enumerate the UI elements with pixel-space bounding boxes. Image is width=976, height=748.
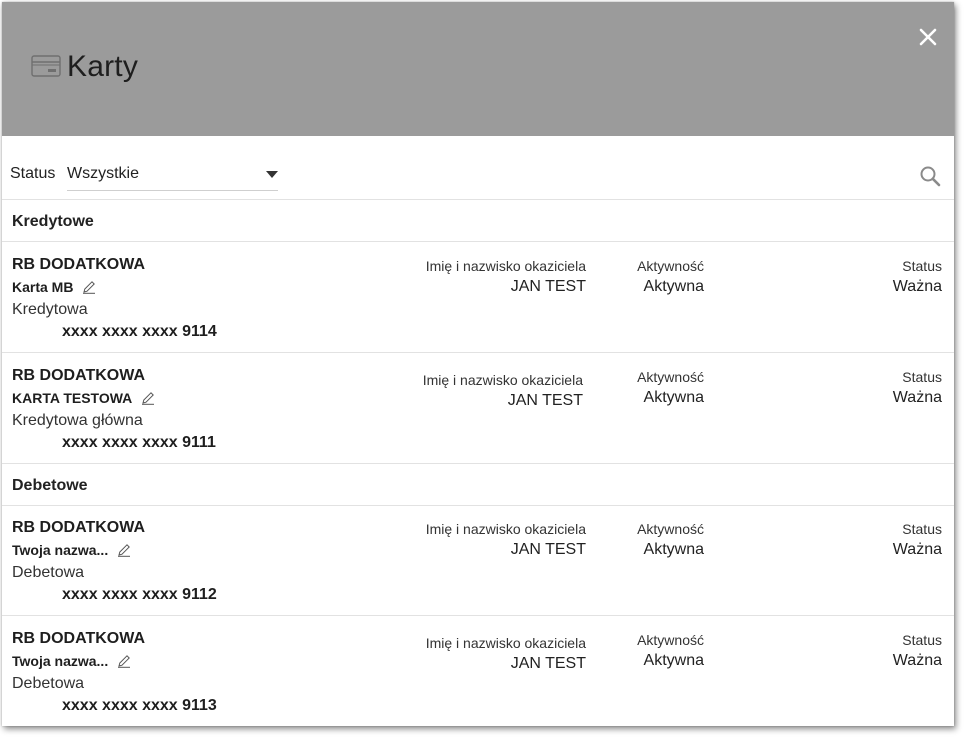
card-product: RB DODATKOWA [12,256,146,273]
status-label: Status [902,521,942,537]
status-value: Ważna [892,541,942,558]
search-icon[interactable] [919,165,941,187]
dialog-title: Karty [67,50,139,83]
status-label: Status [902,369,942,385]
section-title: Kredytowe [12,213,94,230]
status-label: Status [902,632,942,648]
caret-down-icon [266,171,278,178]
card-name: KARTA TESTOWA [12,389,133,406]
cards-dialog: Karty Status Wszystkie Kredytowe RB DODA… [2,2,954,726]
card-type: Debetowa [12,564,85,581]
card-name: Karta MB [12,278,74,295]
edit-pencil-icon[interactable] [82,280,96,294]
filter-bar: Status Wszystkie [2,136,954,200]
status-value: Ważna [892,278,942,295]
edit-pencil-icon[interactable] [117,543,131,557]
card-number: xxxx xxxx xxxx 9111 [62,434,216,451]
holder-label: Imię i nazwisko okaziciela [425,258,586,274]
section-header-credit: Kredytowe [2,200,954,242]
activity-label: Aktywność [637,258,704,274]
activity-value: Aktywna [643,278,704,295]
holder-value: JAN TEST [510,541,586,558]
holder-label: Imię i nazwisko okaziciela [425,635,586,651]
card-product: RB DODATKOWA [12,630,146,647]
close-icon[interactable] [915,24,941,50]
card-row[interactable]: RB DODATKOWA KARTA TESTOWA Kredytowa głó… [2,353,954,464]
card-number: xxxx xxxx xxxx 9114 [62,323,217,340]
card-name-wrap: Karta MB [12,278,96,298]
credit-card-icon [31,55,61,77]
card-name: Twoja nazwa... [12,541,109,558]
card-number: xxxx xxxx xxxx 9113 [62,697,217,714]
holder-label: Imię i nazwisko okaziciela [422,372,583,388]
section-header-debit: Debetowe [2,464,954,506]
edit-pencil-icon[interactable] [117,654,131,668]
section-title: Debetowe [12,477,88,494]
card-row[interactable]: RB DODATKOWA Karta MB Kredytowa xxxx xxx… [2,242,954,353]
card-name-wrap: KARTA TESTOWA [12,389,155,409]
card-number: xxxx xxxx xxxx 9112 [62,586,217,603]
activity-label: Aktywność [637,521,704,537]
holder-value: JAN TEST [510,278,586,295]
holder-value: JAN TEST [510,655,586,672]
status-value: Ważna [892,389,942,406]
card-type: Debetowa [12,675,85,692]
activity-label: Aktywność [637,369,704,385]
card-row[interactable]: RB DODATKOWA Twoja nazwa... Debetowa xxx… [2,505,954,616]
card-name: Twoja nazwa... [12,652,109,669]
activity-value: Aktywna [643,652,704,669]
card-row[interactable]: RB DODATKOWA Twoja nazwa... Debetowa xxx… [2,616,954,726]
dialog-header: Karty [2,2,954,136]
activity-label: Aktywność [637,632,704,648]
card-name-wrap: Twoja nazwa... [12,541,131,561]
status-filter-label: Status [10,165,56,182]
status-filter-select[interactable]: Wszystkie [67,158,278,191]
status-label: Status [902,258,942,274]
card-product: RB DODATKOWA [12,367,146,384]
card-product: RB DODATKOWA [12,519,146,536]
status-filter-value: Wszystkie [67,165,139,182]
activity-value: Aktywna [643,389,704,406]
holder-label: Imię i nazwisko okaziciela [425,521,586,537]
edit-pencil-icon[interactable] [141,391,155,405]
card-type: Kredytowa [12,301,88,318]
card-type: Kredytowa główna [12,412,143,429]
activity-value: Aktywna [643,541,704,558]
status-value: Ważna [892,652,942,669]
card-name-wrap: Twoja nazwa... [12,652,131,672]
holder-value: JAN TEST [507,392,583,409]
